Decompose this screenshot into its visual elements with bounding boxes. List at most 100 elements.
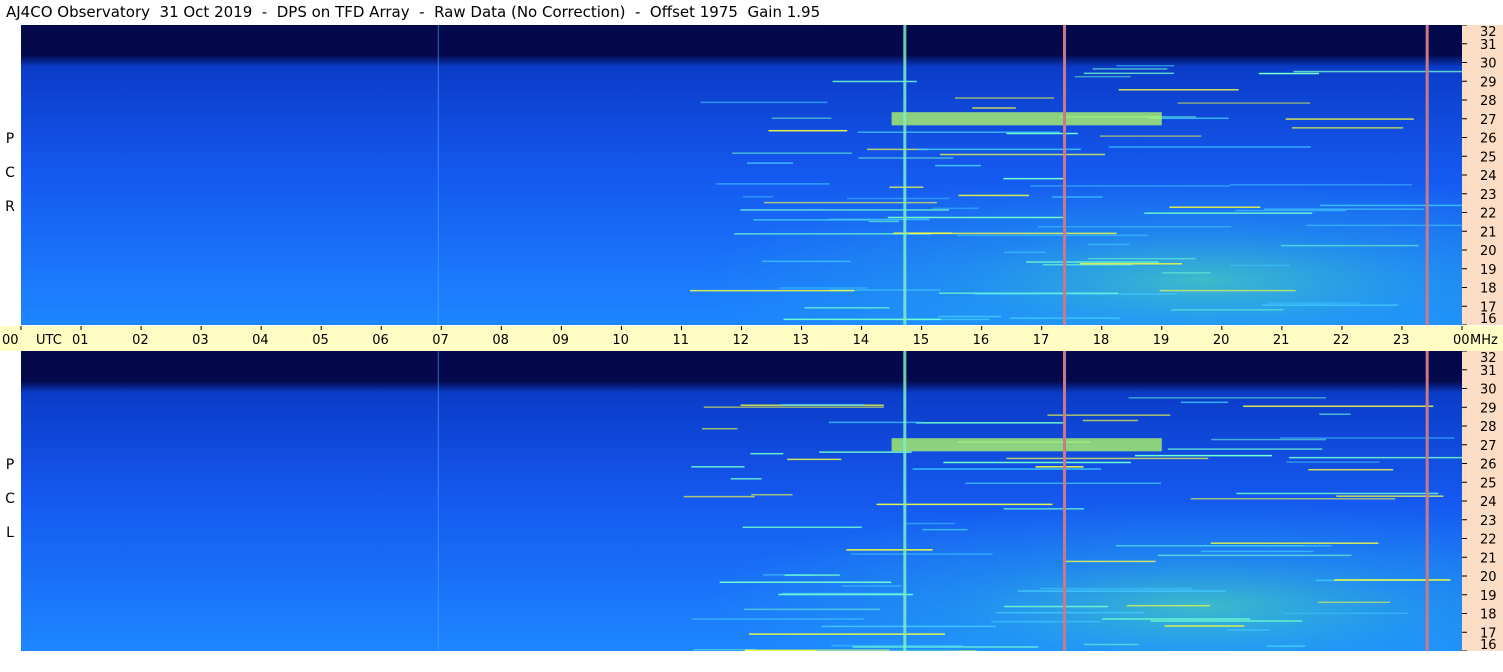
interference-streak [815,650,958,651]
interference-streak [1280,244,1419,247]
utc-tick-label: 03 [192,333,209,348]
interference-streak [1190,498,1396,500]
interference-streak [1293,70,1462,73]
marker-line-2325utc [1425,351,1429,651]
interference-streak [1180,401,1229,404]
marker-line-1723utc [1063,25,1067,325]
freq-tick-label: 31 [1480,38,1497,53]
interference-streak [1286,461,1380,463]
interference-streak [1258,72,1320,75]
freq-tick-label: 21 [1480,551,1497,566]
utc-tick-label: 12 [733,333,750,348]
interference-streak [939,153,1106,156]
utc-tick-label: 22 [1333,333,1350,348]
interference-streak [1210,542,1379,544]
interference-streak [1144,212,1313,214]
utc-tick-label: 15 [913,333,930,348]
freq-tick-label: 25 [1480,150,1497,165]
interference-streak [1064,560,1156,563]
interference-streak [700,101,828,104]
interference-streak [1226,629,1270,631]
utc-tick-label: 20 [1213,333,1230,348]
interference-streak [1230,264,1291,267]
utc-tick-label: 00 [2,333,19,348]
lcp-letter-c: C [5,491,15,507]
freq-tick-label: 28 [1480,94,1497,109]
freq-tick-label: 26 [1480,132,1497,147]
interference-streak [1306,224,1462,227]
interference-streak [716,183,830,185]
interference-streak [1128,397,1326,399]
utc-tick-label: 05 [312,333,329,348]
rcp-letter-r: R [5,199,15,215]
interference-streak [1230,184,1413,186]
interference-streak [1167,448,1323,450]
interference-streak [1150,620,1303,622]
utc-tick-label: 07 [432,333,449,348]
freq-tick-label: 21 [1480,225,1497,240]
interference-streak [1092,68,1168,70]
interference-streak [1099,135,1202,137]
freq-tick-label: 19 [1480,263,1497,278]
dark-upper-band [831,25,1462,50]
interference-streak [771,117,832,119]
interference-streak [912,468,1102,470]
interference-streak [1087,257,1196,260]
interference-streak [1320,204,1462,207]
interference-streak [917,148,1081,151]
interference-streak [841,585,902,587]
interference-streak [783,318,941,321]
freq-tick-label: 29 [1480,75,1497,90]
interference-streak [1334,579,1451,581]
interference-streak [1102,618,1251,620]
interference-streak [1082,419,1138,422]
interference-streak [819,451,912,453]
rcp-frequency-axis: 16 17 18 19 20 21 22 23 24 25 26 27 28 29 30 31 32 [1462,25,1503,325]
utc-tick-label: 08 [492,333,509,348]
interference-streak [683,495,755,498]
rcp-polarization-label: P C R [2,122,18,224]
rcp-letter-p: P [5,131,15,147]
utc-tick-label: 13 [793,333,810,348]
interference-streak [778,593,914,596]
interference-streak [922,528,968,531]
rcp-letter-c: C [5,165,15,181]
interference-streak [1159,289,1296,292]
interference-streak [1264,208,1425,210]
interference-streak [1211,438,1327,441]
interference-streak [1017,590,1226,592]
interference-streak [1235,209,1347,212]
utc-time-axis: 00 01 02 03 04 05 06 07 08 09 10 11 12 13 14 15 16 17 18 19… [0,326,1503,351]
freq-tick-label: 20 [1480,570,1497,585]
interference-streak [744,608,881,611]
interference-streak [1051,196,1103,198]
interference-streak [1087,243,1130,246]
interference-streak [1006,132,1078,135]
freq-tick-label: 24 [1480,495,1497,510]
dark-upper-band [831,351,1462,376]
utc-tick-label: 00 [1453,333,1470,348]
interference-streak [742,526,862,529]
lcp-polarization-label: P C L [2,448,18,550]
interference-streak [1171,309,1284,311]
interference-streak [1177,102,1311,104]
interference-streak [828,421,922,424]
interference-streak [876,503,1053,506]
interference-streak [1083,643,1139,646]
interference-streak [1261,304,1399,306]
interference-streak [1126,604,1210,607]
interference-streak [954,97,1055,99]
interference-streak [1003,177,1066,180]
utc-tick-label: 16 [973,333,990,348]
daytime-glow [21,351,1462,651]
utc-tick-label: 23 [1393,333,1410,348]
interference-streak [778,287,868,289]
lcp-spectrogram [21,351,1462,651]
freq-tick-label: 29 [1480,401,1497,416]
interference-streak [991,620,1101,623]
freq-tick-label: 20 [1480,244,1497,259]
freq-tick-label: 31 [1480,364,1497,379]
interference-streak [762,260,851,263]
freq-tick-label: 19 [1480,589,1497,604]
freq-tick-label: 24 [1480,169,1497,184]
